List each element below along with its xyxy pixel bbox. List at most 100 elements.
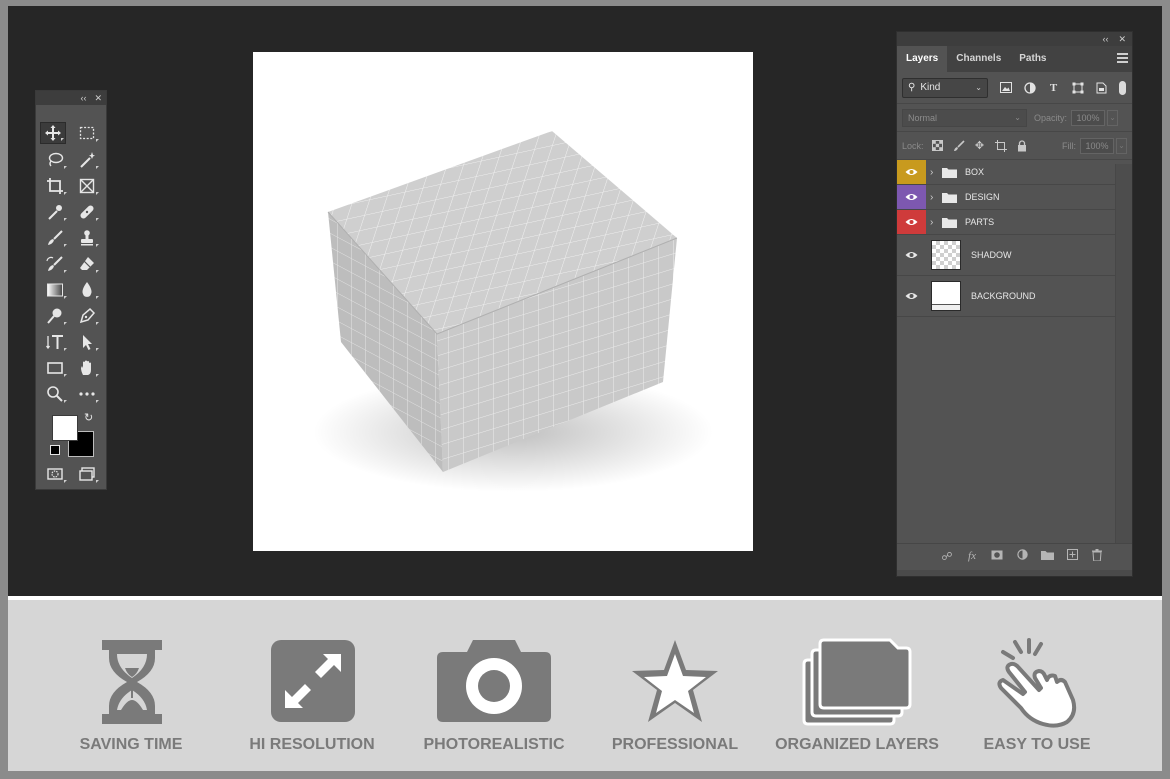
layer-shadow[interactable]: SHADOW	[897, 235, 1116, 276]
eye-icon[interactable]	[897, 185, 926, 209]
lasso-tool-icon[interactable]	[42, 149, 68, 171]
camera-icon	[437, 640, 551, 722]
layer-name: BOX	[965, 167, 985, 177]
filter-row: ⚲ Kind ⌄ T	[897, 72, 1132, 104]
lock-row: Lock: ✥ Fill: 100% ⌄	[897, 132, 1132, 160]
adjustment-icon[interactable]	[1015, 549, 1029, 563]
lock-all-icon[interactable]	[1015, 139, 1029, 153]
chevron-right-icon[interactable]: ›	[930, 167, 940, 178]
chevron-down-icon[interactable]: ⌄	[1116, 137, 1127, 154]
layers-folder-icon	[802, 638, 912, 726]
pen-tool-icon[interactable]	[74, 305, 100, 327]
folder-icon	[942, 217, 957, 228]
panel-tabs: Layers Channels Paths	[897, 46, 1132, 72]
panel-menu-icon[interactable]	[1117, 53, 1128, 65]
blur-tool-icon[interactable]	[74, 279, 100, 301]
eye-icon[interactable]	[897, 160, 926, 184]
link-icon[interactable]: ☍	[940, 550, 954, 563]
more-tools-icon[interactable]	[74, 383, 100, 405]
mask-icon[interactable]	[990, 550, 1004, 563]
path-selection-tool-icon[interactable]	[74, 331, 100, 353]
chevron-right-icon[interactable]: ›	[930, 217, 940, 228]
feature-professional	[595, 638, 755, 724]
eye-icon[interactable]	[897, 276, 926, 316]
blend-mode-select[interactable]: Normal ⌄	[902, 108, 1027, 127]
default-colors-icon[interactable]	[50, 445, 60, 455]
hand-tap-icon	[997, 638, 1077, 728]
lock-artboard-icon[interactable]	[994, 139, 1008, 153]
star-icon	[632, 640, 718, 722]
eyedropper-tool-icon[interactable]	[42, 201, 68, 223]
layer-parts[interactable]: › PARTS	[897, 210, 1116, 235]
lock-pixels-icon[interactable]	[952, 139, 966, 153]
layer-design[interactable]: › DESIGN	[897, 185, 1116, 210]
close-icon[interactable]: ✕	[1118, 34, 1126, 44]
hand-tool-icon[interactable]	[74, 357, 100, 379]
healing-brush-tool-icon[interactable]	[74, 201, 100, 223]
layer-background[interactable]: BACKGROUND	[897, 276, 1116, 317]
chevron-down-icon[interactable]: ⌄	[1107, 109, 1119, 126]
frame-tool-icon[interactable]	[74, 175, 100, 197]
feature-label: PROFESSIONAL	[611, 736, 739, 753]
zoom-tool-icon[interactable]	[42, 383, 68, 405]
chevron-right-icon[interactable]: ›	[930, 192, 940, 203]
quick-mask-icon[interactable]	[42, 463, 68, 485]
layers-list: › BOX › DESIGN › PARTS SHADOW BACKGROUND	[897, 160, 1116, 317]
layers-scrollbar[interactable]	[1115, 164, 1132, 544]
new-layer-icon[interactable]	[1065, 549, 1079, 563]
opacity-field[interactable]: 100%	[1071, 109, 1106, 126]
layer-thumbnail	[931, 240, 961, 270]
folder-icon	[942, 192, 957, 203]
panel-resize-grip[interactable]	[897, 570, 1132, 576]
layers-footer: ☍ fx	[897, 543, 1132, 568]
eraser-tool-icon[interactable]	[74, 253, 100, 275]
magic-wand-tool-icon[interactable]	[74, 149, 100, 171]
filter-toggle[interactable]	[1119, 80, 1126, 95]
gradient-tool-icon[interactable]	[42, 279, 68, 301]
tab-paths[interactable]: Paths	[1010, 46, 1055, 72]
filter-kind-select[interactable]: ⚲ Kind ⌄	[902, 77, 988, 98]
search-icon: ⚲	[908, 82, 916, 93]
dodge-tool-icon[interactable]	[42, 305, 68, 327]
chevron-down-icon: ⌄	[1014, 113, 1021, 122]
swap-colors-icon[interactable]: ↻	[84, 411, 93, 424]
fx-icon[interactable]: fx	[965, 550, 979, 562]
filter-pixel-icon[interactable]	[999, 81, 1012, 94]
crop-tool-icon[interactable]	[42, 175, 68, 197]
clone-stamp-tool-icon[interactable]	[74, 227, 100, 249]
filter-type-icon[interactable]: T	[1047, 81, 1060, 94]
close-icon[interactable]: ✕	[94, 93, 102, 103]
eye-icon[interactable]	[897, 210, 926, 234]
marquee-tool-icon[interactable]	[74, 122, 100, 144]
collapse-icon[interactable]: ‹‹	[80, 93, 86, 103]
trash-icon[interactable]	[1090, 548, 1104, 564]
screen-mode-icon[interactable]	[74, 463, 100, 485]
layer-box[interactable]: › BOX	[897, 160, 1116, 185]
new-group-icon[interactable]	[1040, 550, 1054, 563]
foreground-color-swatch[interactable]	[52, 415, 78, 441]
rectangle-tool-icon[interactable]	[42, 357, 68, 379]
hourglass-icon	[102, 640, 162, 724]
brush-tool-icon[interactable]	[42, 227, 68, 249]
collapse-icon[interactable]: ‹‹	[1102, 34, 1108, 44]
lock-position-icon[interactable]: ✥	[973, 139, 987, 153]
tools-panel-header: ‹‹ ✕	[36, 91, 106, 105]
layer-thumbnail	[931, 281, 961, 311]
filter-smart-object-icon[interactable]	[1095, 81, 1108, 94]
layer-name: BACKGROUND	[971, 291, 1036, 301]
fill-field[interactable]: 100%	[1080, 137, 1114, 154]
feature-label: HI RESOLUTION	[249, 736, 375, 753]
tab-channels[interactable]: Channels	[947, 46, 1010, 72]
filter-shape-icon[interactable]	[1071, 81, 1084, 94]
type-tool-icon[interactable]	[42, 331, 68, 353]
lock-transparent-icon[interactable]	[931, 139, 945, 153]
eye-icon[interactable]	[897, 235, 926, 275]
filter-adjustment-icon[interactable]	[1023, 81, 1036, 94]
move-tool-icon[interactable]	[40, 122, 66, 144]
feature-label: ORGANIZED LAYERS	[775, 736, 939, 753]
folder-icon	[942, 167, 957, 178]
tab-layers[interactable]: Layers	[897, 46, 948, 72]
feature-hi-resolution	[233, 638, 393, 724]
history-brush-tool-icon[interactable]	[42, 253, 68, 275]
document-canvas[interactable]	[253, 52, 753, 551]
